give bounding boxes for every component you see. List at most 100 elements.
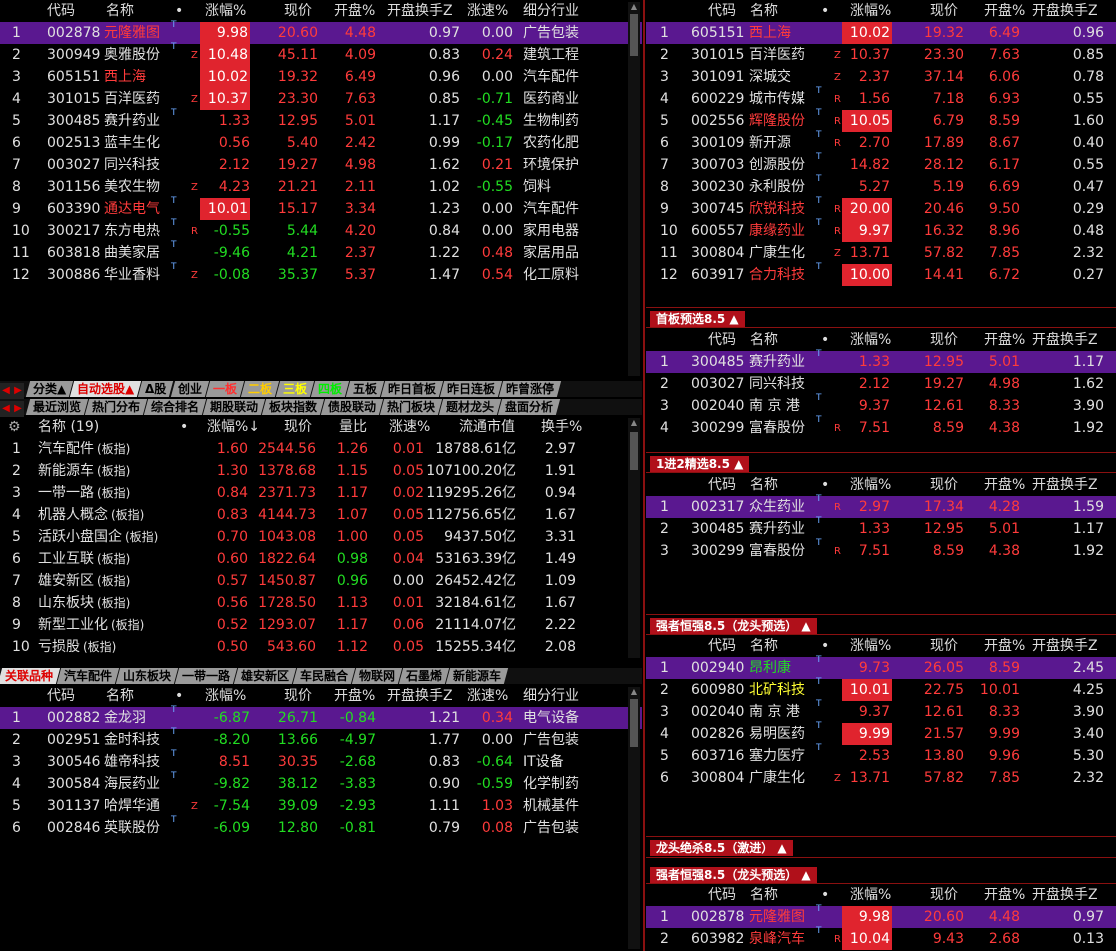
stock-code[interactable]: 003027: [691, 373, 744, 395]
stock-name[interactable]: 海辰药业: [104, 773, 160, 795]
stock-code[interactable]: 002513: [47, 132, 100, 154]
tab-tabs2-1[interactable]: 热门分布: [84, 399, 148, 415]
tab-tabs1-7[interactable]: 四板: [310, 381, 349, 397]
table-row[interactable]: 6 002846 英联股份 T -6.09 12.80 -0.81 0.79 0.08 广告包装: [0, 815, 642, 839]
tab-tabs1-4[interactable]: 一板: [205, 381, 244, 397]
col-price[interactable]: 现价: [930, 329, 958, 351]
table-row[interactable]: 12 603917 合力科技 T 10.00 14.41 6.72 0.27: [646, 262, 1116, 286]
prev-tab2-icon[interactable]: ◀: [0, 401, 12, 417]
sector-name[interactable]: 雄安新区: [38, 570, 94, 592]
col-name[interactable]: 名称: [106, 685, 134, 707]
table-row[interactable]: 3 002040 南 京 港 T 9.37 12.61 8.33 3.90: [646, 699, 1116, 723]
col-speed[interactable]: 涨速%: [467, 0, 508, 22]
stock-name[interactable]: 赛升药业: [749, 351, 805, 373]
stock-code[interactable]: 002882: [47, 707, 100, 729]
table-row[interactable]: 9 603390 通达电气 T 10.01 15.17 3.34 1.23 0.00 汽车配件: [0, 196, 642, 220]
table-row[interactable]: 9 300745 欣锐科技 T R 20.00 20.46 9.50 0.29: [646, 196, 1116, 220]
stock-code[interactable]: 301137: [47, 795, 100, 817]
table-row[interactable]: 4 002826 易明医药 T 9.99 21.57 9.99 3.40: [646, 721, 1116, 745]
col-volume-ratio[interactable]: 量比: [339, 416, 367, 438]
stock-name[interactable]: 蓝丰生化: [104, 132, 160, 154]
stock-code[interactable]: 300804: [691, 242, 744, 264]
table-row[interactable]: 3 301091 深城交 Z 2.37 37.14 6.06 0.78: [646, 66, 1116, 88]
stock-name[interactable]: 辉隆股份: [749, 110, 805, 132]
stock-code[interactable]: 002040: [691, 395, 744, 417]
stock-name[interactable]: 英联股份: [104, 817, 160, 839]
stock-code[interactable]: 003027: [47, 154, 100, 176]
tab-tabs3-0[interactable]: 关联品种: [0, 668, 61, 684]
stock-code[interactable]: 603917: [691, 264, 744, 286]
tab-tabs1-8[interactable]: 五板: [345, 381, 384, 397]
stock-code[interactable]: 301091: [691, 66, 744, 88]
stock-code[interactable]: 300109: [691, 132, 744, 154]
table-row[interactable]: 9 新型工业化 (板指) 0.52 1293.07 1.17 0.06 21114.07亿 2.…: [0, 614, 642, 636]
col-change[interactable]: 涨幅%: [850, 0, 891, 22]
next-tab2-icon[interactable]: ▶: [12, 401, 24, 417]
table-row[interactable]: 11 300804 广康生化 Z 13.71 57.82 7.85 2.32: [646, 242, 1116, 264]
col-code[interactable]: 代码: [708, 0, 736, 22]
stock-name[interactable]: 广康生化: [749, 242, 805, 264]
table-row[interactable]: 5 活跃小盘国企 (板指) 0.70 1043.08 1.00 0.05 9437.50亿 3.…: [0, 526, 642, 548]
stock-code[interactable]: 300584: [47, 773, 100, 795]
col-sector-price[interactable]: 现价: [284, 416, 312, 438]
tab-tabs2-7[interactable]: 题材龙头: [438, 399, 502, 415]
tab-tabs3-4[interactable]: 雄安新区: [233, 668, 297, 684]
stock-code[interactable]: 300804: [691, 767, 744, 789]
col-change[interactable]: 涨幅%: [205, 685, 246, 707]
col-open[interactable]: 开盘%: [984, 0, 1025, 22]
col-sector-speed[interactable]: 涨速%: [389, 416, 430, 438]
col-turnover[interactable]: 开盘换手Z: [1032, 0, 1098, 22]
col-name[interactable]: 名称: [750, 884, 778, 906]
stock-name[interactable]: 雄帝科技: [104, 751, 160, 773]
stock-code[interactable]: 301015: [47, 88, 100, 110]
col-name[interactable]: 名称: [750, 635, 778, 657]
table-row[interactable]: 6 300109 新开源 T R 2.70 17.89 8.67 0.40: [646, 130, 1116, 154]
stock-name[interactable]: 西上海: [104, 66, 146, 88]
col-turnover[interactable]: 开盘换手Z: [387, 0, 453, 22]
tab-tabs3-7[interactable]: 石墨烯: [398, 668, 450, 684]
stock-name[interactable]: 美农生物: [104, 176, 160, 198]
table-row[interactable]: 3 300299 富春股份 T R 7.51 8.59 4.38 1.92: [646, 538, 1116, 562]
next-tab-icon[interactable]: ▶: [12, 383, 24, 399]
stock-code[interactable]: 002826: [691, 723, 744, 745]
col-sector-change[interactable]: 涨幅%↓: [207, 416, 260, 438]
stock-name[interactable]: 合力科技: [749, 264, 805, 286]
stock-code[interactable]: 603982: [691, 928, 744, 950]
sector-name[interactable]: 活跃小盘国企: [38, 526, 122, 548]
stock-code[interactable]: 300485: [691, 518, 744, 540]
stock-name[interactable]: 百洋医药: [104, 88, 160, 110]
stock-name[interactable]: 金龙羽: [104, 707, 146, 729]
related-scrollbar[interactable]: ▲: [628, 687, 640, 949]
col-turnover[interactable]: 开盘换手Z: [1032, 329, 1098, 351]
tab-tabs3-6[interactable]: 物联网: [351, 668, 403, 684]
table-row[interactable]: 7 雄安新区 (板指) 0.57 1450.87 0.96 0.00 26452.42亿 1.0…: [0, 570, 642, 592]
stock-name[interactable]: 哈焊华通: [104, 795, 160, 817]
sector-name[interactable]: 机器人概念: [38, 504, 108, 526]
table-row[interactable]: 5 301137 哈焊华通 Z -7.54 39.09 -2.93 1.11 1.03 机械基件: [0, 795, 642, 817]
tab-tabs2-6[interactable]: 热门板块: [379, 399, 443, 415]
stock-code[interactable]: 300299: [691, 540, 744, 562]
tab-tabs3-8[interactable]: 新能源车: [445, 668, 509, 684]
table-row[interactable]: 1 002317 众生药业 T R 2.97 17.34 4.28 1.59: [646, 494, 1116, 518]
stock-name[interactable]: 易明医药: [749, 723, 805, 745]
stock-name[interactable]: 永利股份: [749, 176, 805, 198]
table-row[interactable]: 1 002940 昂利康 T 9.73 26.05 8.59 2.45: [646, 655, 1116, 679]
tab-tabs2-3[interactable]: 期股联动: [202, 399, 266, 415]
stock-code[interactable]: 301015: [691, 44, 744, 66]
stock-code[interactable]: 300886: [47, 264, 100, 286]
stock-code[interactable]: 605151: [47, 66, 100, 88]
scroll-up-icon[interactable]: ▲: [628, 418, 640, 428]
section-title-strong-2[interactable]: 强者恒强8.5（龙头预选） ▲: [650, 867, 817, 883]
tab-tabs1-1[interactable]: 自动选股▲: [69, 381, 142, 397]
tab-tabs1-11[interactable]: 昨曾涨停: [498, 381, 561, 397]
prev-tab-icon[interactable]: ◀: [0, 383, 12, 399]
stock-name[interactable]: 城市传媒: [749, 88, 805, 110]
col-open[interactable]: 开盘%: [984, 635, 1025, 657]
sector-name[interactable]: 山东板块: [38, 592, 94, 614]
sector-name[interactable]: 工业互联: [38, 548, 94, 570]
scroll-thumb[interactable]: [630, 699, 638, 747]
col-code[interactable]: 代码: [47, 0, 75, 22]
stock-code[interactable]: 301156: [47, 176, 100, 198]
stock-code[interactable]: 002317: [691, 496, 744, 518]
col-change[interactable]: 涨幅%: [850, 474, 891, 496]
